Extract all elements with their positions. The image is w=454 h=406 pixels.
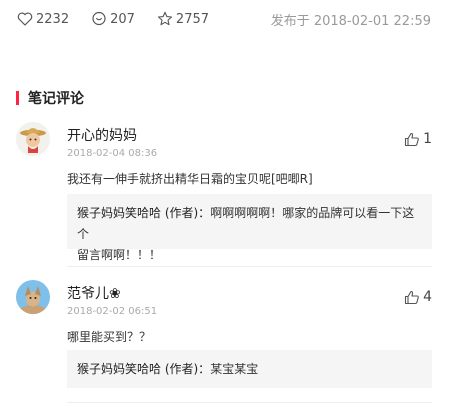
reply-author[interactable]: 猴子妈妈笑哈哈 (作者)：: [77, 206, 210, 220]
commenter-name[interactable]: 范爷儿❀: [67, 283, 121, 303]
thumbs-up-icon: [405, 290, 419, 304]
star-icon: [157, 11, 172, 26]
like-stat[interactable]: 2232: [17, 12, 69, 27]
reply-text-line2: 留言啊啊！！！: [77, 248, 162, 262]
author-reply: 猴子妈妈笑哈哈 (作者)：啊啊啊啊啊！哪家的品牌可以看一下这个 留言啊啊！！！: [67, 194, 432, 262]
comment-like-count: 4: [423, 289, 432, 305]
photo-avatar-icon: [16, 280, 50, 314]
section-title-text: 笔记评论: [28, 91, 84, 107]
reply-author[interactable]: 猴子妈妈笑哈哈 (作者)：: [77, 362, 210, 376]
publish-time: 发布于 2018-02-01 22:59: [270, 13, 431, 29]
comment-count: 207: [110, 11, 135, 27]
comment-text: 哪里能买到？？: [67, 330, 152, 344]
cartoon-avatar-icon: [16, 122, 50, 156]
commenter-name[interactable]: 开心的妈妈: [67, 125, 137, 145]
comment-divider: [67, 402, 432, 403]
section-accent-bar: [16, 91, 19, 105]
comments-section-title: 笔记评论: [16, 88, 84, 108]
heart-icon: [17, 12, 33, 26]
avatar[interactable]: [16, 122, 50, 156]
comment-like-button[interactable]: 4: [404, 289, 432, 305]
comment-text: 我还有一伸手就挤出精华日霜的宝贝呢[吧唧R]: [67, 172, 313, 186]
favorite-stat[interactable]: 2757: [157, 11, 209, 27]
note-stats-bar: 2232 207 2757 发布于 2018-02-01 22:59: [17, 8, 431, 30]
comment-icon: [92, 11, 106, 26]
reply-text-line1: 某宝某宝: [210, 362, 259, 376]
comment-date: 2018-02-04 08:36: [67, 148, 158, 159]
comment-like-count: 1: [423, 131, 432, 147]
like-count: 2232: [36, 11, 70, 27]
comment-divider: [67, 266, 432, 267]
comment-like-button[interactable]: 1: [404, 131, 432, 147]
comment-stat[interactable]: 207: [91, 11, 135, 27]
favorite-count: 2757: [175, 11, 210, 27]
author-reply: 猴子妈妈笑哈哈 (作者)：某宝某宝: [67, 350, 432, 388]
thumbs-up-icon: [405, 132, 419, 146]
comment-date: 2018-02-02 06:51: [67, 306, 158, 317]
avatar[interactable]: [16, 280, 50, 314]
